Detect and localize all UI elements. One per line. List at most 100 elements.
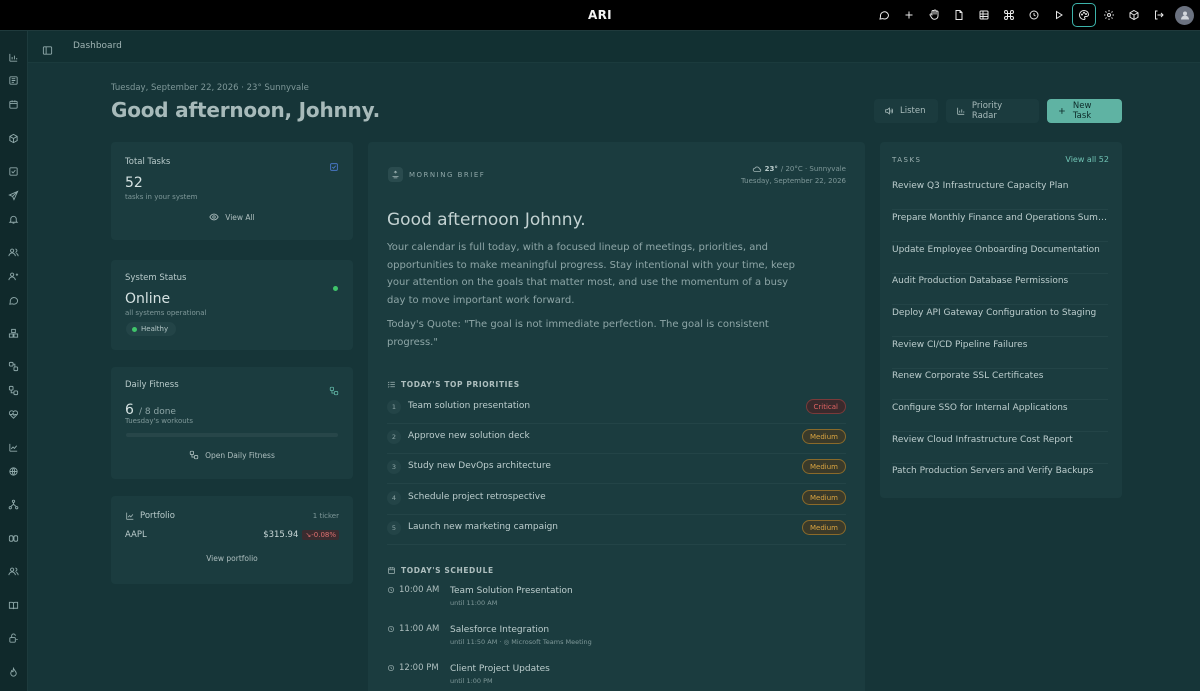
plus-icon bbox=[1059, 108, 1065, 114]
boxes-icon[interactable] bbox=[7, 327, 20, 340]
new-task-button[interactable]: New Task bbox=[1047, 99, 1122, 123]
date-weather-line: Tuesday, September 22, 2026 · 23° Sunnyv… bbox=[111, 83, 309, 93]
status-badge: Healthy bbox=[126, 322, 177, 336]
message-icon[interactable] bbox=[7, 294, 20, 307]
speaker-icon bbox=[885, 107, 894, 115]
priority-item[interactable]: 3 Study new DevOps architecture Medium bbox=[387, 454, 846, 484]
task-item[interactable]: Review Q3 Infrastructure Capacity Plan bbox=[892, 178, 1108, 210]
team-icon[interactable] bbox=[7, 565, 20, 578]
palette-icon[interactable] bbox=[1072, 3, 1096, 27]
chart-bar-icon bbox=[957, 107, 965, 115]
workflow-icon[interactable] bbox=[7, 384, 20, 397]
priority-badge: Medium bbox=[802, 520, 846, 535]
schedule-heading: TODAY'S SCHEDULE bbox=[387, 566, 494, 575]
newspaper-icon[interactable] bbox=[7, 74, 20, 87]
top-bar: ARI bbox=[0, 0, 1200, 31]
book-icon[interactable] bbox=[7, 599, 20, 612]
plus-icon[interactable] bbox=[897, 3, 921, 27]
total-tasks-card: Total Tasks 52 tasks in your system View… bbox=[111, 142, 353, 240]
brief-label: MORNING BRIEF bbox=[409, 171, 486, 179]
brief-body: Your calendar is full today, with a focu… bbox=[387, 242, 796, 306]
play-icon[interactable] bbox=[1047, 3, 1071, 27]
priority-item[interactable]: 1 Team solution presentation Critical bbox=[387, 394, 846, 424]
view-all-link[interactable]: View All bbox=[111, 212, 353, 222]
change-badge: ↘-0.08% bbox=[302, 530, 339, 540]
clock-icon bbox=[388, 626, 394, 632]
chat-icon[interactable] bbox=[872, 3, 896, 27]
calendar-icon bbox=[388, 567, 395, 574]
cube-icon[interactable] bbox=[1122, 3, 1146, 27]
healthy-dot-icon bbox=[132, 326, 137, 332]
bell-icon[interactable] bbox=[7, 213, 20, 226]
clock-icon bbox=[388, 587, 394, 593]
page-title: Good afternoon, Johnny. bbox=[111, 98, 380, 122]
infinity-icon[interactable] bbox=[7, 532, 20, 545]
view-all-tasks-link[interactable]: View all 52 bbox=[1065, 155, 1109, 164]
portfolio-title: Portfolio bbox=[125, 511, 175, 521]
daily-fitness-card: Daily Fitness 6 / 8 done Tuesday's worko… bbox=[111, 367, 353, 479]
fitness-progress-bar bbox=[126, 433, 338, 437]
priority-badge: Critical bbox=[805, 399, 846, 414]
integration-icon[interactable] bbox=[7, 360, 20, 373]
sidebar bbox=[0, 31, 28, 691]
status-dot-icon bbox=[333, 276, 338, 295]
priority-item[interactable]: 5 Launch new marketing campaign Medium bbox=[387, 515, 846, 545]
priorities-heading: TODAY'S TOP PRIORITIES bbox=[387, 380, 520, 389]
clock-icon[interactable] bbox=[1022, 3, 1046, 27]
task-item[interactable]: Prepare Monthly Finance and Operations S… bbox=[892, 210, 1108, 242]
ticker-symbol[interactable]: AAPL bbox=[125, 530, 147, 540]
view-portfolio-link[interactable]: View portfolio bbox=[111, 554, 353, 563]
task-item[interactable]: Review Cloud Infrastructure Cost Report bbox=[892, 432, 1108, 464]
globe-icon[interactable] bbox=[7, 465, 20, 478]
task-item[interactable]: Audit Production Database Permissions bbox=[892, 273, 1108, 305]
trend-icon[interactable] bbox=[7, 441, 20, 454]
fitness-sub: Tuesday's workouts bbox=[125, 417, 194, 425]
trend-icon bbox=[126, 512, 134, 520]
card-title: Daily Fitness bbox=[125, 380, 179, 390]
avatar[interactable] bbox=[1175, 5, 1194, 25]
task-item[interactable]: Review CI/CD Pipeline Failures bbox=[892, 337, 1108, 369]
chart-bar-icon[interactable] bbox=[7, 51, 20, 64]
task-item[interactable]: Configure SSO for Internal Applications bbox=[892, 400, 1108, 432]
gear-icon[interactable] bbox=[1097, 3, 1121, 27]
fitness-count: 6 / 8 done bbox=[125, 402, 176, 418]
lab-icon[interactable] bbox=[7, 632, 20, 645]
send-icon[interactable] bbox=[7, 189, 20, 202]
system-status-sub: all systems operational bbox=[125, 309, 207, 317]
clock-icon bbox=[388, 665, 394, 671]
user-group-icon[interactable] bbox=[7, 270, 20, 283]
ticker-quote: $315.94 ↘-0.08% bbox=[263, 530, 339, 540]
task-item[interactable]: Deploy API Gateway Configuration to Stag… bbox=[892, 305, 1108, 337]
ticker-count: 1 ticker bbox=[312, 512, 339, 520]
fitness-link-icon bbox=[189, 450, 199, 460]
top-toolbar bbox=[872, 3, 1194, 27]
grid-icon[interactable] bbox=[972, 3, 996, 27]
checkbox-icon[interactable] bbox=[7, 165, 20, 178]
portfolio-card: Portfolio 1 ticker AAPL $315.94 ↘-0.08% … bbox=[111, 496, 353, 584]
task-item[interactable]: Patch Production Servers and Verify Back… bbox=[892, 463, 1108, 495]
users-icon[interactable] bbox=[7, 246, 20, 259]
heart-pulse-icon[interactable] bbox=[7, 408, 20, 421]
brief-quote: Today's Quote: "The goal is not immediat… bbox=[387, 319, 769, 348]
task-item[interactable]: Update Employee Onboarding Documentation bbox=[892, 242, 1108, 274]
priority-item[interactable]: 2 Approve new solution deck Medium bbox=[387, 424, 846, 454]
hand-icon[interactable] bbox=[922, 3, 946, 27]
priority-item[interactable]: 4 Schedule project retrospective Medium bbox=[387, 485, 846, 515]
file-icon[interactable] bbox=[947, 3, 971, 27]
tasks-heading: TASKS bbox=[892, 156, 922, 164]
network-icon[interactable] bbox=[7, 498, 20, 511]
task-item[interactable]: Renew Corporate SSL Certificates bbox=[892, 368, 1108, 400]
flame-icon[interactable] bbox=[7, 666, 20, 679]
sidebar-toggle-icon[interactable] bbox=[42, 41, 54, 55]
logout-icon[interactable] bbox=[1147, 3, 1171, 27]
open-fitness-link[interactable]: Open Daily Fitness bbox=[111, 450, 353, 460]
card-title: System Status bbox=[125, 273, 187, 283]
priority-radar-button[interactable]: Priority Radar bbox=[946, 99, 1039, 123]
listen-button[interactable]: Listen bbox=[874, 99, 938, 123]
calendar-icon[interactable] bbox=[7, 98, 20, 111]
command-icon[interactable] bbox=[997, 3, 1021, 27]
package-icon[interactable] bbox=[7, 132, 20, 145]
priority-badge: Medium bbox=[802, 459, 846, 474]
breadcrumb[interactable]: Dashboard bbox=[73, 41, 122, 51]
cloud-icon bbox=[752, 166, 761, 172]
